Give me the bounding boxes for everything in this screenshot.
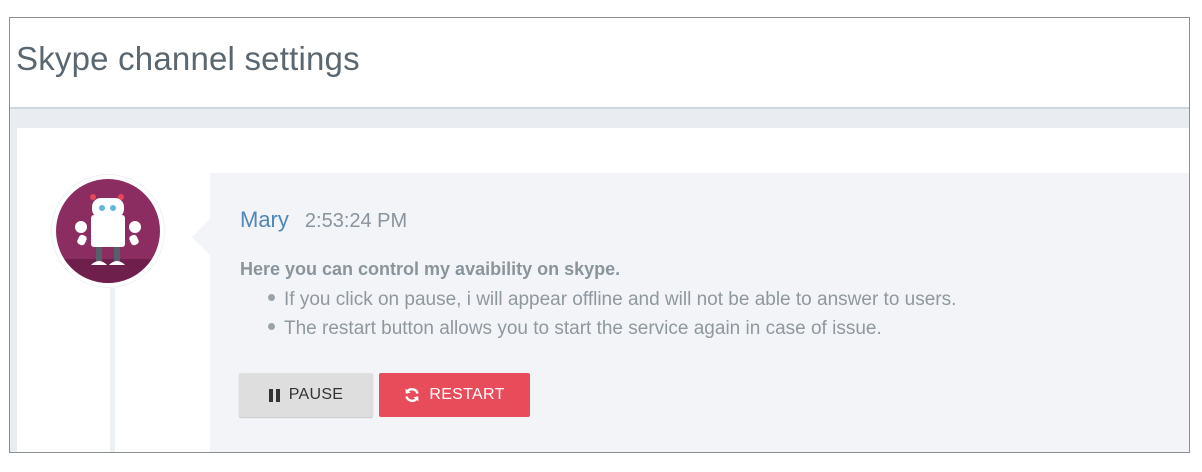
- pause-icon: [268, 388, 280, 402]
- robot-avatar-icon: [56, 179, 160, 283]
- chat-panel: Mary 2:53:24 PM Here you can control my a…: [17, 128, 1189, 452]
- pause-button[interactable]: PAUSE: [239, 373, 373, 417]
- message-author: Mary: [240, 207, 289, 232]
- timeline-line: [110, 288, 115, 452]
- robot-icon: [75, 194, 141, 265]
- message-bubble: Mary 2:53:24 PM Here you can control my a…: [192, 173, 1189, 452]
- bullet-text: If you click on pause, i will appear off…: [284, 289, 957, 310]
- page-header: Skype channel settings: [10, 18, 1189, 109]
- bullet-text: The restart button allows you to start t…: [284, 318, 882, 339]
- restart-button[interactable]: RESTART: [379, 373, 530, 417]
- message-header: Mary 2:53:24 PM: [240, 207, 407, 233]
- bot-avatar: [52, 175, 164, 287]
- refresh-icon: [404, 387, 420, 403]
- message-bullet-list: If you click on pause, i will appear off…: [268, 285, 956, 343]
- message-time: 2:53:24 PM: [304, 210, 408, 232]
- settings-frame: Skype channel settings Mary 2:53:24 PM H…: [9, 17, 1190, 453]
- page-title: Skype channel settings: [16, 40, 360, 77]
- bullet-dot-icon: [268, 294, 275, 302]
- pause-button-label: PAUSE: [288, 386, 344, 403]
- bullet-dot-icon: [268, 323, 275, 331]
- list-item: The restart button allows you to start t…: [268, 314, 956, 343]
- list-item: If you click on pause, i will appear off…: [268, 285, 956, 314]
- message-intro: Here you can control my avaibility on sk…: [240, 259, 621, 279]
- restart-button-label: RESTART: [429, 386, 505, 403]
